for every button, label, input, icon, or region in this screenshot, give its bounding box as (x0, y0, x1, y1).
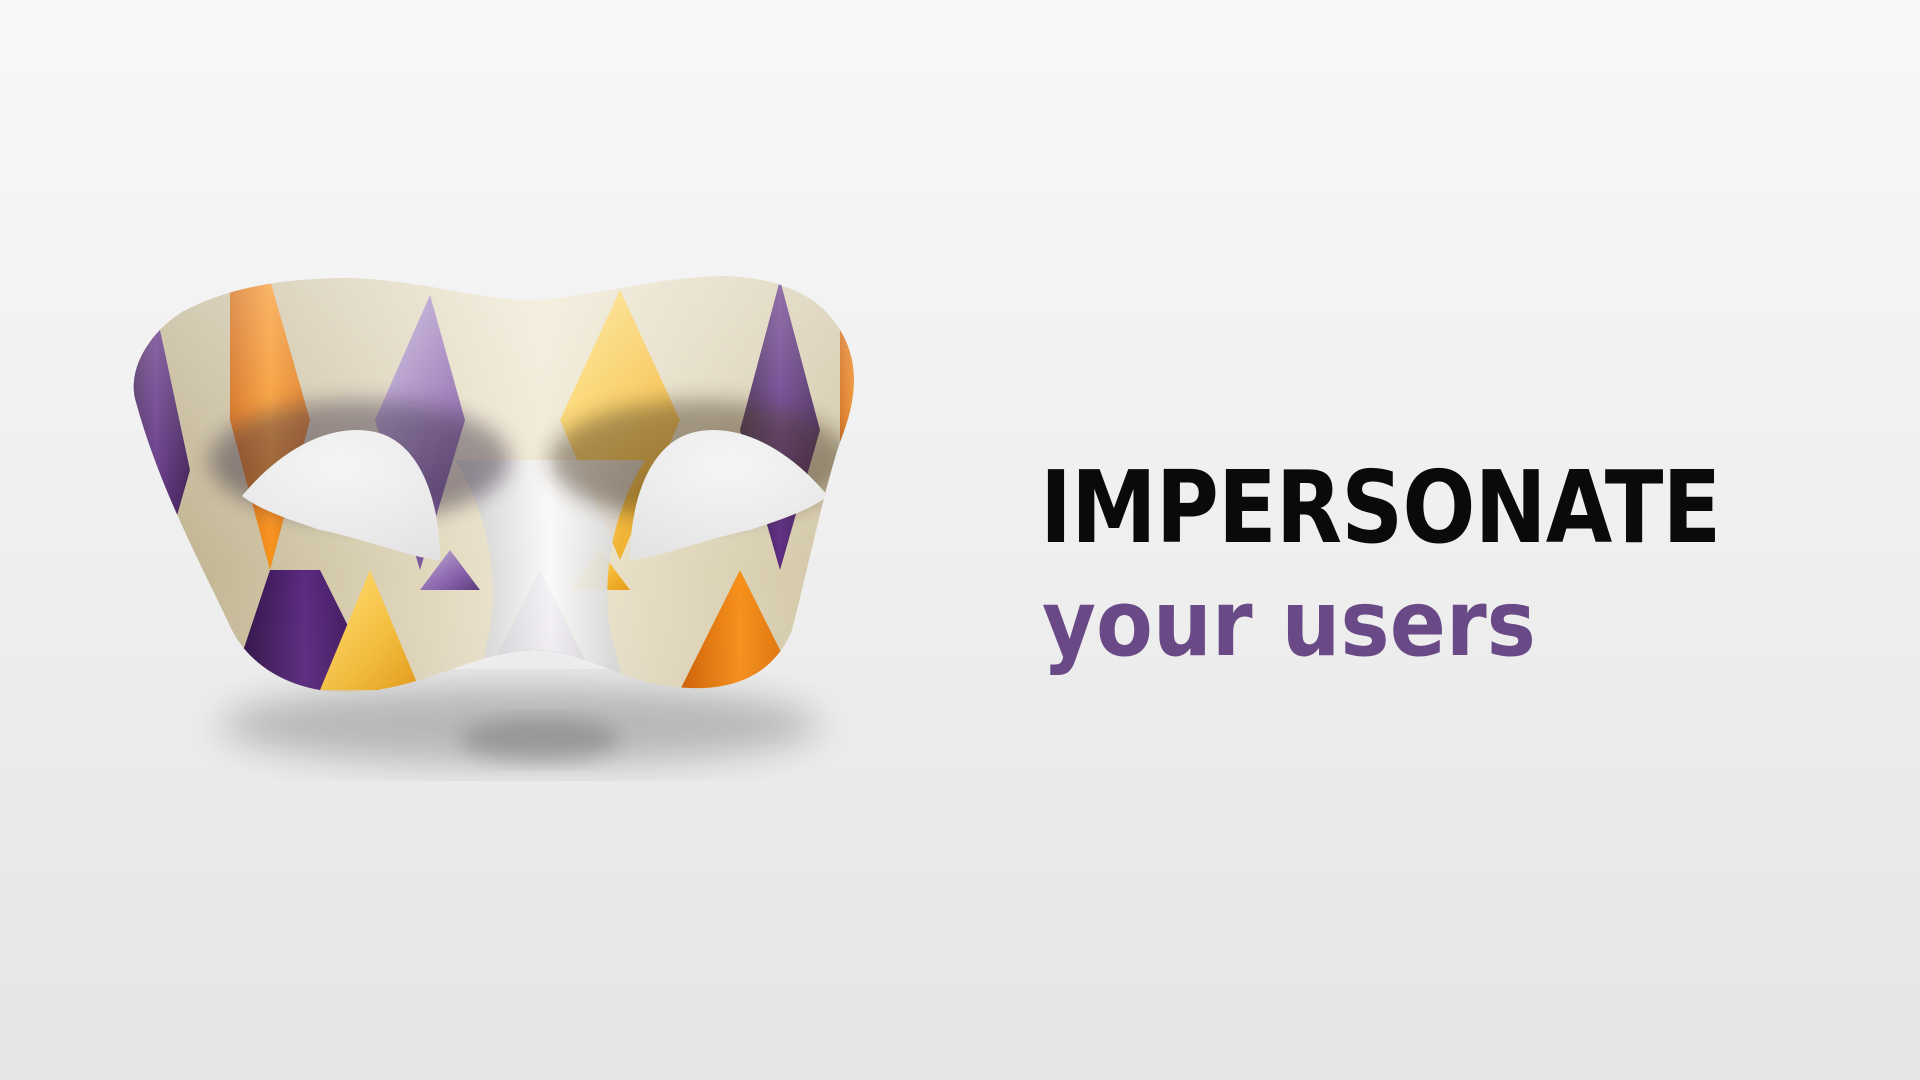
headline-title: IMPERSONATE (1040, 449, 1721, 566)
harlequin-mask-icon (120, 270, 960, 870)
headline-subtitle: your users (1042, 570, 1536, 677)
